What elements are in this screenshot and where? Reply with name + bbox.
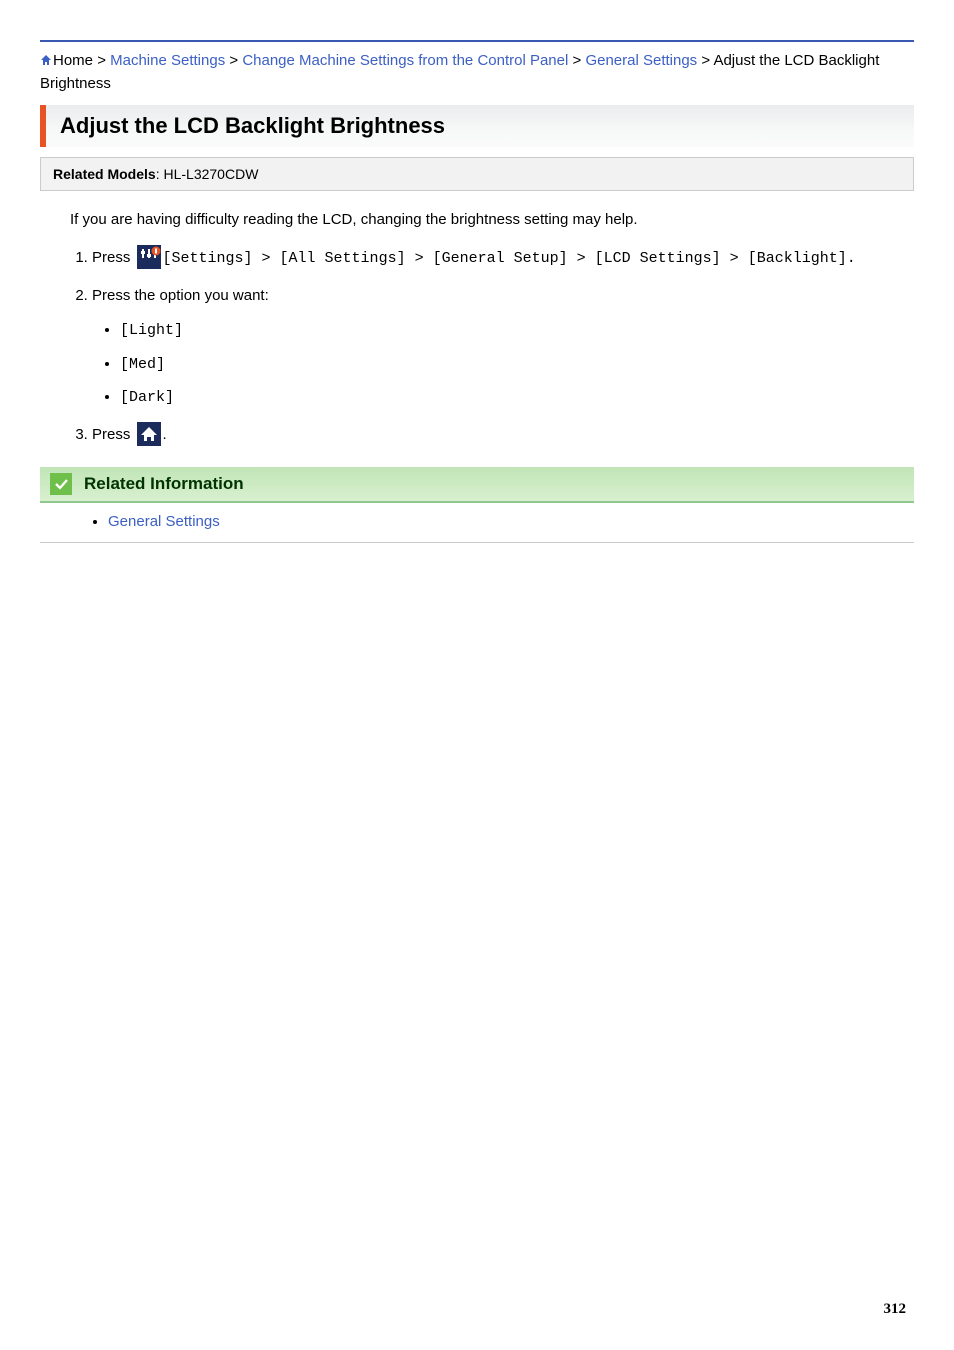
breadcrumb-link-change-settings[interactable]: Change Machine Settings from the Control… [242,52,568,69]
breadcrumb-link-machine-settings[interactable]: Machine Settings [110,52,225,69]
home-button-icon [137,422,161,446]
step1-path-all: [All Settings] [280,250,406,267]
opt-dark: [Dark] [120,389,174,406]
breadcrumb: Home > Machine Settings > Change Machine… [40,50,914,95]
step1-path-backlight: [Backlight] [748,250,847,267]
page-title-bar: Adjust the LCD Backlight Brightness [40,105,914,147]
step1-sep: > [253,250,280,267]
step1-sep: > [406,250,433,267]
related-link-general-settings[interactable]: General Settings [108,513,220,530]
breadcrumb-home[interactable]: Home [53,52,93,69]
settings-icon [137,245,161,269]
page-number: 312 [884,1301,907,1318]
check-icon [50,473,72,495]
breadcrumb-sep: > [573,52,582,69]
related-info-title: Related Information [84,474,244,494]
opt-light: [Light] [120,322,183,339]
top-rule [40,40,914,42]
opt-med: [Med] [120,356,165,373]
breadcrumb-sep: > [229,52,238,69]
related-links-list: General Settings [40,513,914,543]
intro-text: If you are having difficulty reading the… [70,211,914,228]
step1-path-lcd: [LCD Settings] [595,250,721,267]
step-3: Press . [92,421,914,450]
related-models-box: Related Models: HL-L3270CDW [40,157,914,191]
breadcrumb-sep: > [97,52,106,69]
breadcrumb-link-general-settings[interactable]: General Settings [585,52,697,69]
step1-end: . [847,250,856,267]
page-title: Adjust the LCD Backlight Brightness [60,113,900,139]
step-2: Press the option you want: [Light] [Med]… [92,282,914,413]
related-models-label: Related Models [53,166,156,182]
step1-path-settings: [Settings] [163,250,253,267]
step2-text: Press the option you want: [92,287,269,304]
step3-press: Press [92,426,135,443]
breadcrumb-sep: > [701,52,710,69]
related-models-value: : HL-L3270CDW [156,166,259,182]
steps-list: Press [Settings] > [All Settings] > [Gen… [40,244,914,449]
step2-options: [Light] [Med] [Dark] [92,316,914,413]
step3-end: . [163,426,167,443]
step1-sep: > [568,250,595,267]
step1-path-general: [General Setup] [433,250,568,267]
home-icon[interactable] [40,54,52,66]
step1-sep: > [721,250,748,267]
step-1: Press [Settings] > [All Settings] > [Gen… [92,244,914,274]
related-info-bar: Related Information [40,467,914,503]
step1-press: Press [92,249,135,266]
